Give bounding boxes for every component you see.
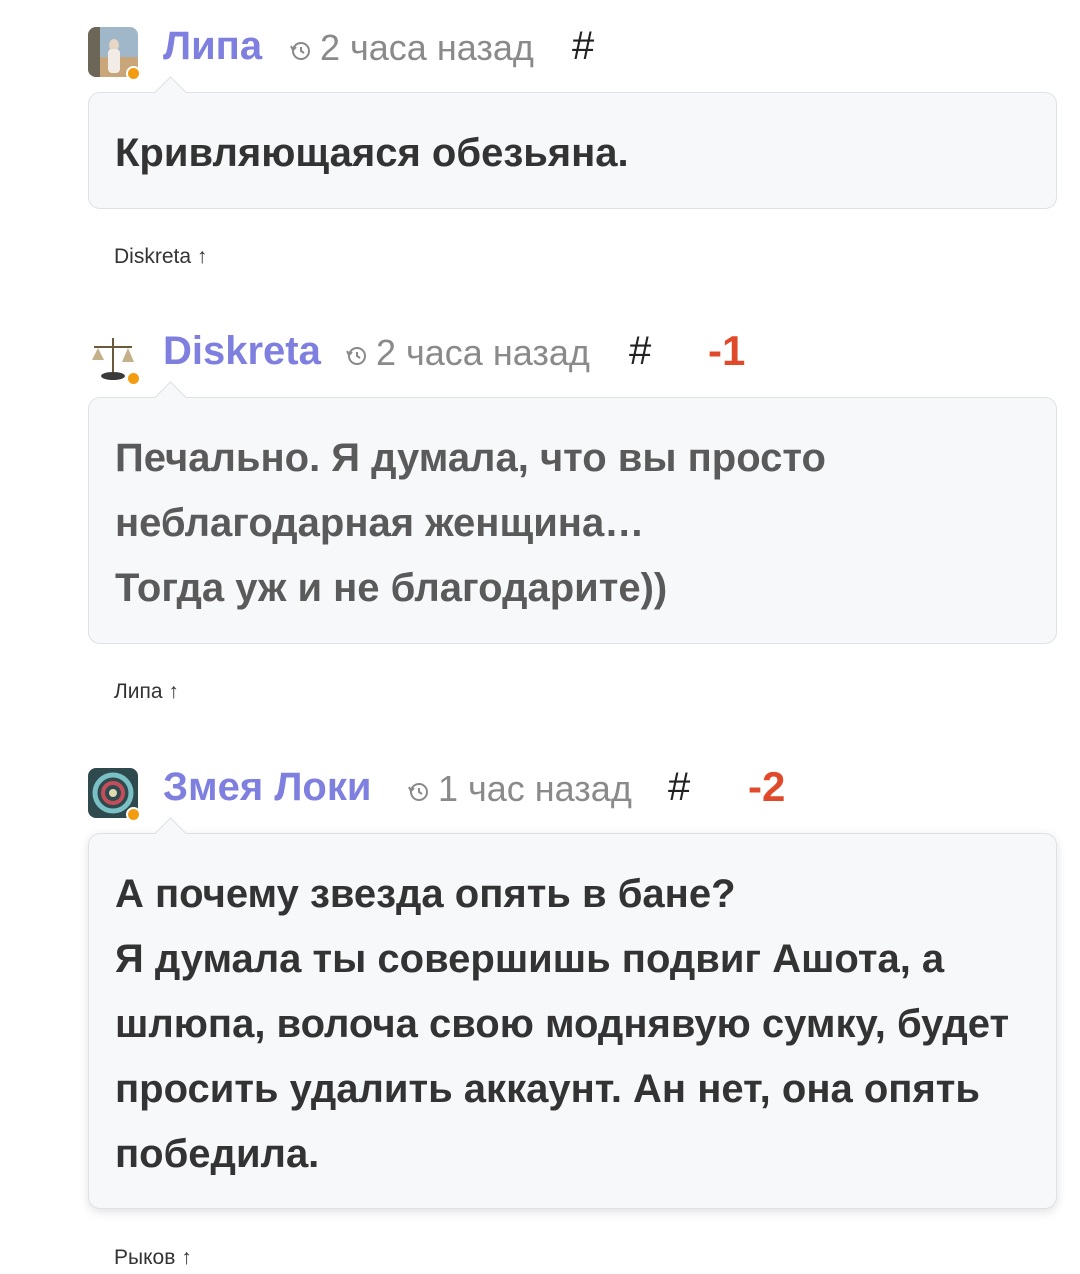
online-indicator [126,807,141,822]
comment-time[interactable]: 1 час назад [406,765,632,813]
comment-permalink[interactable]: # [668,763,690,811]
comment-score: -1 [708,327,746,374]
history-clock-icon [344,343,368,367]
reply-to-link[interactable]: Липа ↑ [114,678,179,706]
comment-header: Змея Локи 1 час назад # -2 [88,763,1057,822]
online-indicator [126,371,141,386]
history-clock-icon [406,779,430,803]
comment: Липа 2 часа назад # Кривляющаяся обезьян… [88,22,1057,209]
comment-body: А почему звезда опять в бане? Я думала т… [88,833,1057,1209]
comment-time[interactable]: 2 часа назад [344,329,590,377]
comment-header: Липа 2 часа назад # [88,22,1057,81]
comment: Diskreta 2 часа назад # -1 Печально. Я д… [88,327,1057,644]
comment-body: Печально. Я думала, что вы просто неблаг… [88,397,1057,644]
reply-to-link[interactable]: Diskreta ↑ [114,243,207,271]
comment-body: Кривляющаяся обезьяна. [88,92,1057,209]
comment-text: Кривляющаяся обезьяна. [115,131,629,175]
comment-score: -2 [748,763,786,810]
time-label: 1 час назад [438,768,632,809]
time-label: 2 часа назад [376,332,590,373]
comment-permalink[interactable]: # [629,327,651,375]
time-label: 2 часа назад [320,27,534,68]
author-name[interactable]: Змея Локи [163,763,371,811]
reply-to-link[interactable]: Рыков ↑ [114,1244,192,1272]
comment-time[interactable]: 2 часа назад [288,24,534,72]
comment-permalink[interactable]: # [572,22,594,70]
comment-text: Печально. Я думала, что вы просто неблаг… [115,436,826,610]
comment-text: А почему звезда опять в бане? Я думала т… [115,872,1010,1176]
author-name[interactable]: Липа [163,22,262,70]
comment: Змея Локи 1 час назад # -2 А почему звез… [88,763,1057,1209]
comment-header: Diskreta 2 часа назад # -1 [88,327,1057,386]
history-clock-icon [288,38,312,62]
online-indicator [126,66,141,81]
author-name[interactable]: Diskreta [163,327,321,375]
